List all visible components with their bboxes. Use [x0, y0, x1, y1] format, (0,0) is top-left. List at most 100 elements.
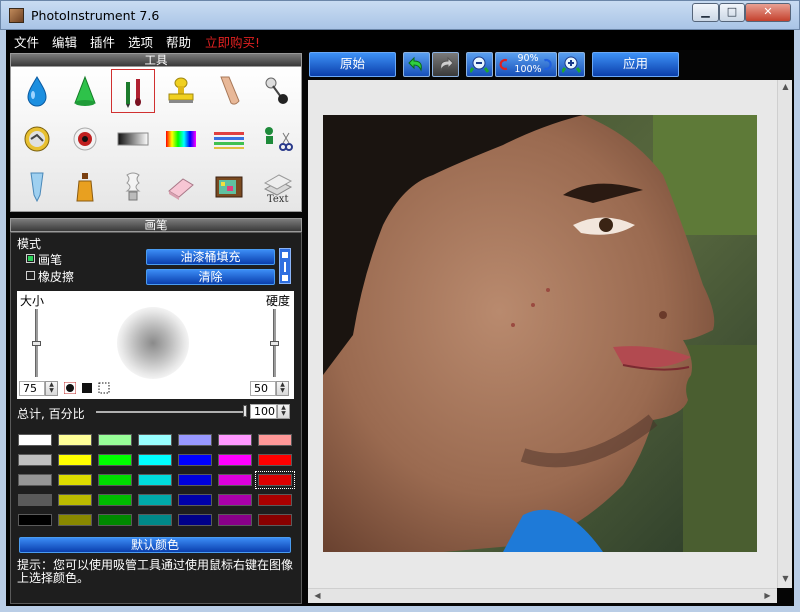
color-swatch[interactable] [58, 434, 92, 446]
hardness-input[interactable]: 50 [250, 381, 276, 396]
color-swatch[interactable] [138, 454, 172, 466]
horizontal-scrollbar[interactable]: ◀ ▶ [308, 588, 777, 603]
scroll-left-arrow[interactable]: ◀ [310, 591, 325, 600]
mode-brush-radio[interactable] [26, 254, 35, 263]
color-swatch[interactable] [218, 454, 252, 466]
color-swatch[interactable] [258, 454, 292, 466]
color-swatch[interactable] [178, 474, 212, 486]
brush-panel-header: 画笔 [10, 218, 302, 232]
opacity-spinner[interactable]: ▲ ▼ [277, 404, 290, 419]
text-tool[interactable]: Text [255, 165, 299, 209]
menu-edit[interactable]: 编辑 [52, 32, 77, 51]
stamp-tool[interactable] [159, 69, 203, 113]
size-label: 大小 [20, 294, 45, 308]
opacity-slider-thumb[interactable] [243, 405, 247, 417]
color-lines-tool[interactable] [207, 117, 251, 161]
mode-brush-label: 画笔 [38, 253, 63, 267]
color-swatch[interactable] [258, 514, 292, 526]
hint-text: 提示：您可以使用吸管工具通过使用鼠标右键在图像上选择颜色。 [17, 558, 294, 585]
size-slider-thumb[interactable] [32, 341, 41, 346]
brush-tool[interactable] [111, 69, 155, 113]
menu-help[interactable]: 帮助 [166, 32, 191, 51]
color-swatch[interactable] [18, 454, 52, 466]
gradient-tool[interactable] [111, 117, 155, 161]
zoom-in-button[interactable] [558, 52, 585, 77]
menu-file[interactable]: 文件 [14, 32, 39, 51]
square-brush-icon[interactable] [81, 382, 93, 394]
menu-buy-now[interactable]: 立即购买! [205, 32, 260, 51]
close-button[interactable]: ✕ [745, 3, 791, 22]
color-swatch[interactable] [218, 434, 252, 446]
color-swatch[interactable] [218, 514, 252, 526]
pin-tool[interactable] [255, 69, 299, 113]
opacity-input[interactable]: 100 [250, 404, 277, 419]
bulb-tool[interactable] [111, 165, 155, 209]
opacity-slider[interactable] [96, 411, 246, 413]
eye-tool[interactable] [63, 117, 107, 161]
bottle-tool[interactable] [63, 165, 107, 209]
size-spinner[interactable]: ▲ ▼ [45, 381, 58, 396]
color-swatch[interactable] [58, 494, 92, 506]
scissors-tool-icon [265, 127, 293, 151]
color-swatch[interactable] [255, 471, 295, 489]
round-brush-icon[interactable] [64, 382, 76, 394]
default-colors-button[interactable]: 默认颜色 [19, 537, 291, 553]
drop-tool[interactable] [15, 69, 59, 113]
mode-scroll[interactable] [279, 248, 291, 284]
color-swatch[interactable] [98, 454, 132, 466]
color-swatch[interactable] [98, 514, 132, 526]
fill-button[interactable]: 油漆桶填充 [146, 249, 275, 265]
menu-plugins[interactable]: 插件 [90, 32, 115, 51]
hardness-spinner[interactable]: ▲ ▼ [276, 381, 289, 396]
color-swatch[interactable] [258, 494, 292, 506]
maximize-button[interactable]: □ [719, 3, 745, 22]
size-input[interactable]: 75 [19, 381, 45, 396]
color-swatch[interactable] [58, 514, 92, 526]
healing-tool[interactable] [15, 117, 59, 161]
hardness-slider-thumb[interactable] [270, 341, 279, 346]
selection-brush-icon[interactable] [98, 382, 110, 394]
mode-eraser-radio[interactable] [26, 271, 35, 280]
zoom-out-button[interactable] [466, 52, 493, 77]
color-swatch[interactable] [18, 494, 52, 506]
tv-tool[interactable] [207, 165, 251, 209]
menu-options[interactable]: 选项 [128, 32, 153, 51]
vertical-scrollbar[interactable]: ▲ ▼ [777, 80, 792, 588]
smudge-tool[interactable] [207, 69, 251, 113]
color-swatch[interactable] [18, 474, 52, 486]
scroll-down-arrow[interactable]: ▼ [778, 574, 793, 583]
apply-button[interactable]: 应用 [592, 52, 679, 77]
color-swatch[interactable] [138, 474, 172, 486]
undo-button[interactable] [403, 52, 430, 77]
color-swatch[interactable] [58, 474, 92, 486]
color-swatch[interactable] [138, 434, 172, 446]
minimize-button[interactable]: ▁ [692, 3, 719, 22]
color-swatch[interactable] [178, 434, 212, 446]
color-swatch[interactable] [138, 514, 172, 526]
color-swatch[interactable] [178, 454, 212, 466]
color-swatch[interactable] [58, 454, 92, 466]
color-swatch[interactable] [98, 474, 132, 486]
scroll-up-arrow[interactable]: ▲ [778, 82, 793, 91]
scissors-tool[interactable] [255, 117, 299, 161]
color-swatch[interactable] [178, 494, 212, 506]
eraser-tool[interactable] [159, 165, 203, 209]
redo-button[interactable] [432, 52, 459, 77]
original-button[interactable]: 原始 [309, 52, 396, 77]
tube-tool[interactable] [15, 165, 59, 209]
color-swatch[interactable] [178, 514, 212, 526]
color-swatch[interactable] [98, 434, 132, 446]
color-swatch[interactable] [218, 494, 252, 506]
spectrum-tool[interactable] [159, 117, 203, 161]
redo-icon [440, 56, 454, 72]
color-swatch[interactable] [98, 494, 132, 506]
cone-tool[interactable] [63, 69, 107, 113]
color-swatch[interactable] [18, 514, 52, 526]
scroll-right-arrow[interactable]: ▶ [760, 591, 775, 600]
portrait-photo[interactable] [323, 115, 757, 552]
color-swatch[interactable] [18, 434, 52, 446]
color-swatch[interactable] [218, 474, 252, 486]
color-swatch[interactable] [138, 494, 172, 506]
color-swatch[interactable] [258, 434, 292, 446]
clear-button[interactable]: 清除 [146, 269, 275, 285]
